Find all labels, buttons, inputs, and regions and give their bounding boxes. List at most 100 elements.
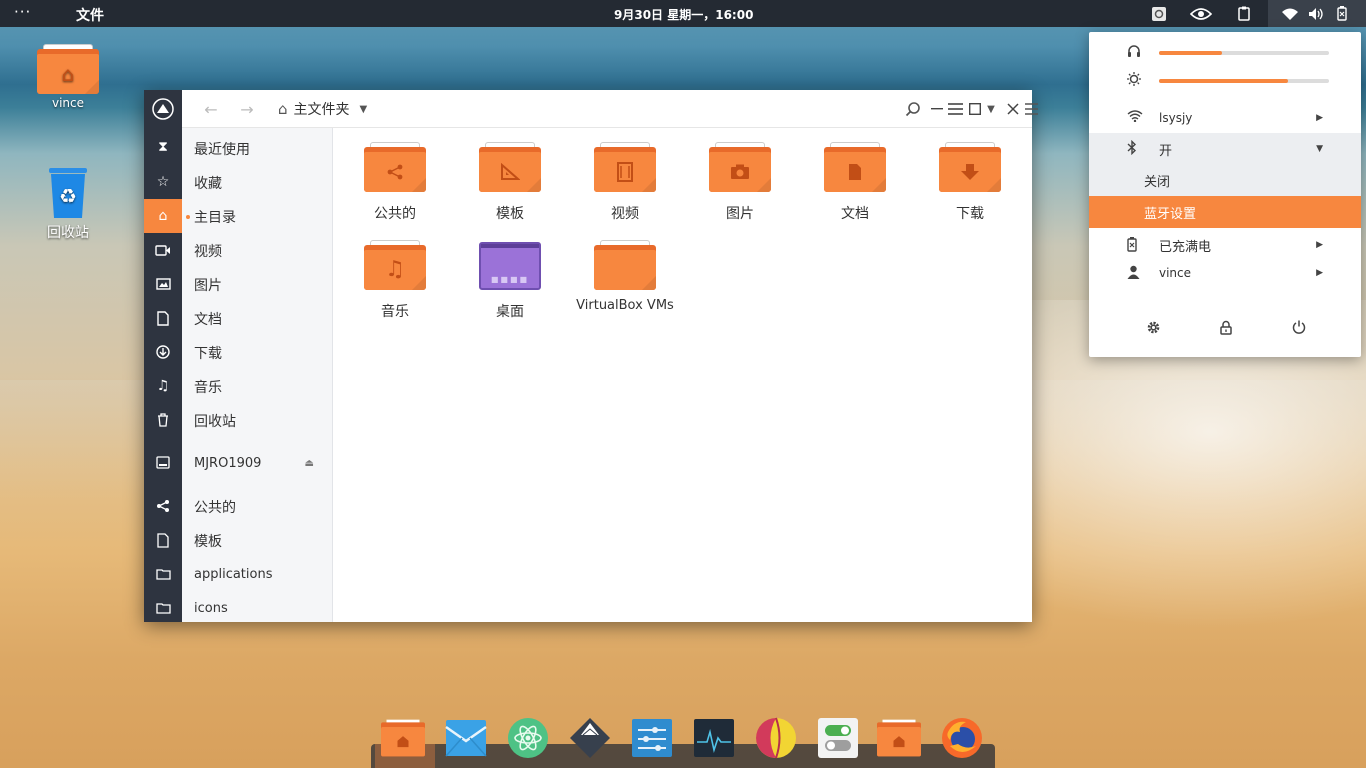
sidebar-item-device[interactable]: MJRO1909 ⏏ bbox=[182, 446, 332, 480]
sidebar-item-videos[interactable]: 视频 bbox=[182, 234, 332, 268]
system-monitor-icon[interactable] bbox=[692, 716, 736, 760]
nvidia-icon[interactable] bbox=[1188, 0, 1214, 27]
wifi-menu-item[interactable]: lsysjy ▶ bbox=[1089, 103, 1361, 133]
chevron-down-icon: ▼ bbox=[1316, 144, 1323, 154]
file-name: 下载 bbox=[956, 206, 984, 222]
battery-menu-item[interactable]: 已充满电 ▶ bbox=[1089, 230, 1361, 260]
lock-icon[interactable] bbox=[1211, 316, 1241, 338]
document-icon[interactable] bbox=[144, 301, 182, 335]
places-rail: ⧗ ☆ ⌂ ♫ bbox=[144, 90, 182, 622]
power-icon[interactable] bbox=[1284, 316, 1314, 338]
desktop-icon-label: vince bbox=[51, 96, 85, 110]
inkscape-icon[interactable] bbox=[568, 716, 612, 760]
folder-icon[interactable] bbox=[144, 591, 182, 625]
folder-item[interactable]: 视频 bbox=[575, 142, 675, 223]
atom-icon[interactable] bbox=[506, 716, 550, 760]
download-icon[interactable] bbox=[144, 335, 182, 369]
folder-icon[interactable] bbox=[144, 557, 182, 591]
sidebar-item-home[interactable]: 主目录 bbox=[182, 200, 332, 234]
sidebar-item-bookmark[interactable]: 公共的 bbox=[182, 490, 332, 524]
brightness-track[interactable] bbox=[1159, 79, 1329, 83]
volume-icon[interactable] bbox=[1306, 0, 1326, 27]
folder-item[interactable]: VirtualBox VMs bbox=[570, 240, 680, 313]
folder-item[interactable]: ♫ 音乐 bbox=[345, 240, 445, 321]
file-name: 模板 bbox=[496, 206, 524, 222]
sidebar-item-music[interactable]: 音乐 bbox=[182, 370, 332, 404]
file-name: 桌面 bbox=[496, 304, 524, 320]
toggle-settings-icon[interactable] bbox=[816, 716, 860, 760]
drive-icon[interactable] bbox=[144, 445, 182, 479]
sidebar-item-bookmark[interactable]: 模板 bbox=[182, 524, 332, 558]
brightness-slider[interactable] bbox=[1089, 66, 1361, 94]
home-folder-icon[interactable] bbox=[877, 716, 921, 760]
clipboard-icon[interactable] bbox=[1234, 0, 1254, 27]
home-icon: ⌂ bbox=[278, 100, 288, 118]
folder-item[interactable]: ■■■■ 桌面 bbox=[460, 242, 560, 321]
sidebar-item-pictures[interactable]: 图片 bbox=[182, 268, 332, 302]
sidebar-item-label: 公共的 bbox=[194, 500, 236, 516]
file-name: 公共的 bbox=[374, 206, 416, 222]
search-icon[interactable] bbox=[902, 90, 924, 128]
close-icon[interactable] bbox=[1002, 90, 1024, 128]
headphones-icon bbox=[1127, 44, 1141, 62]
clock[interactable]: 9月30日 星期一，16:00 bbox=[614, 6, 753, 23]
back-arrow-icon[interactable]: ← bbox=[200, 90, 222, 128]
trash-icon[interactable] bbox=[144, 403, 182, 437]
desktop-icon-home[interactable]: ⌂ vince bbox=[28, 44, 108, 110]
active-indicator bbox=[186, 215, 190, 219]
recent-icon[interactable]: ⧗ bbox=[144, 130, 182, 164]
sidebar-item-downloads[interactable]: 下载 bbox=[182, 336, 332, 370]
document-folder-icon bbox=[824, 142, 886, 192]
sidebar-item-documents[interactable]: 文档 bbox=[182, 302, 332, 336]
brightness-icon bbox=[1127, 72, 1141, 90]
firefox-icon[interactable] bbox=[940, 716, 984, 760]
color-picker-icon[interactable] bbox=[754, 716, 798, 760]
screenshot-icon[interactable] bbox=[1148, 0, 1170, 27]
sidebar-item-bookmark[interactable]: icons bbox=[182, 591, 332, 625]
wifi-network-name: lsysjy bbox=[1159, 111, 1193, 125]
app-logo-icon[interactable] bbox=[144, 92, 182, 126]
volume-slider[interactable] bbox=[1089, 38, 1361, 66]
maximize-icon[interactable] bbox=[964, 90, 986, 128]
wifi-icon[interactable] bbox=[1280, 0, 1300, 27]
forward-arrow-icon[interactable]: → bbox=[236, 90, 258, 128]
settings-tweak-icon[interactable] bbox=[630, 716, 674, 760]
music-icon[interactable]: ♫ bbox=[144, 369, 182, 403]
activities-button[interactable]: ··· bbox=[14, 3, 31, 21]
folder-item[interactable]: 公共的 bbox=[345, 142, 445, 223]
folder-item[interactable]: 图片 bbox=[690, 142, 790, 223]
sidebar-item-recent[interactable]: 最近使用 bbox=[182, 132, 332, 166]
sidebar-item-bookmark[interactable]: applications bbox=[182, 557, 332, 591]
mail-icon[interactable] bbox=[444, 716, 488, 760]
sidebar-item-trash[interactable]: 回收站 bbox=[182, 404, 332, 438]
user-menu-item[interactable]: vince ▶ bbox=[1089, 258, 1361, 288]
svg-text:♻: ♻ bbox=[59, 184, 77, 208]
video-folder-icon bbox=[594, 142, 656, 192]
sidebar-item-label: 模板 bbox=[194, 534, 222, 550]
top-panel: ··· 文件 9月30日 星期一，16:00 bbox=[0, 0, 1366, 27]
settings-gear-icon[interactable] bbox=[1138, 316, 1168, 338]
eject-icon[interactable]: ⏏ bbox=[305, 458, 314, 469]
battery-icon[interactable] bbox=[1332, 0, 1352, 27]
folder-item[interactable]: 下载 bbox=[920, 142, 1020, 223]
image-icon[interactable] bbox=[144, 267, 182, 301]
files-icon[interactable] bbox=[381, 716, 425, 760]
desktop-icon-trash[interactable]: ♻ 回收站 bbox=[28, 166, 108, 242]
template-folder-icon bbox=[479, 142, 541, 192]
share-icon[interactable] bbox=[144, 489, 182, 523]
folder-item[interactable]: 模板 bbox=[460, 142, 560, 223]
folder-item[interactable]: 文档 bbox=[805, 142, 905, 223]
breadcrumb[interactable]: ⌂ 主文件夹 ▼ bbox=[278, 90, 367, 128]
template-icon[interactable] bbox=[144, 523, 182, 557]
minimize-icon[interactable] bbox=[926, 90, 948, 128]
bluetooth-off-item[interactable]: 关闭 bbox=[1089, 165, 1361, 196]
home-icon[interactable]: ⌂ bbox=[144, 199, 182, 233]
volume-track[interactable] bbox=[1159, 51, 1329, 55]
video-icon[interactable] bbox=[144, 233, 182, 267]
bluetooth-settings-item[interactable]: 蓝牙设置 bbox=[1089, 196, 1361, 228]
bluetooth-menu-item[interactable]: 开 ▼ bbox=[1089, 133, 1361, 165]
sidebar-item-label: 回收站 bbox=[194, 414, 236, 430]
star-icon[interactable]: ☆ bbox=[144, 165, 182, 199]
active-app-title[interactable]: 文件 bbox=[76, 5, 104, 25]
sidebar-item-starred[interactable]: 收藏 bbox=[182, 166, 332, 200]
